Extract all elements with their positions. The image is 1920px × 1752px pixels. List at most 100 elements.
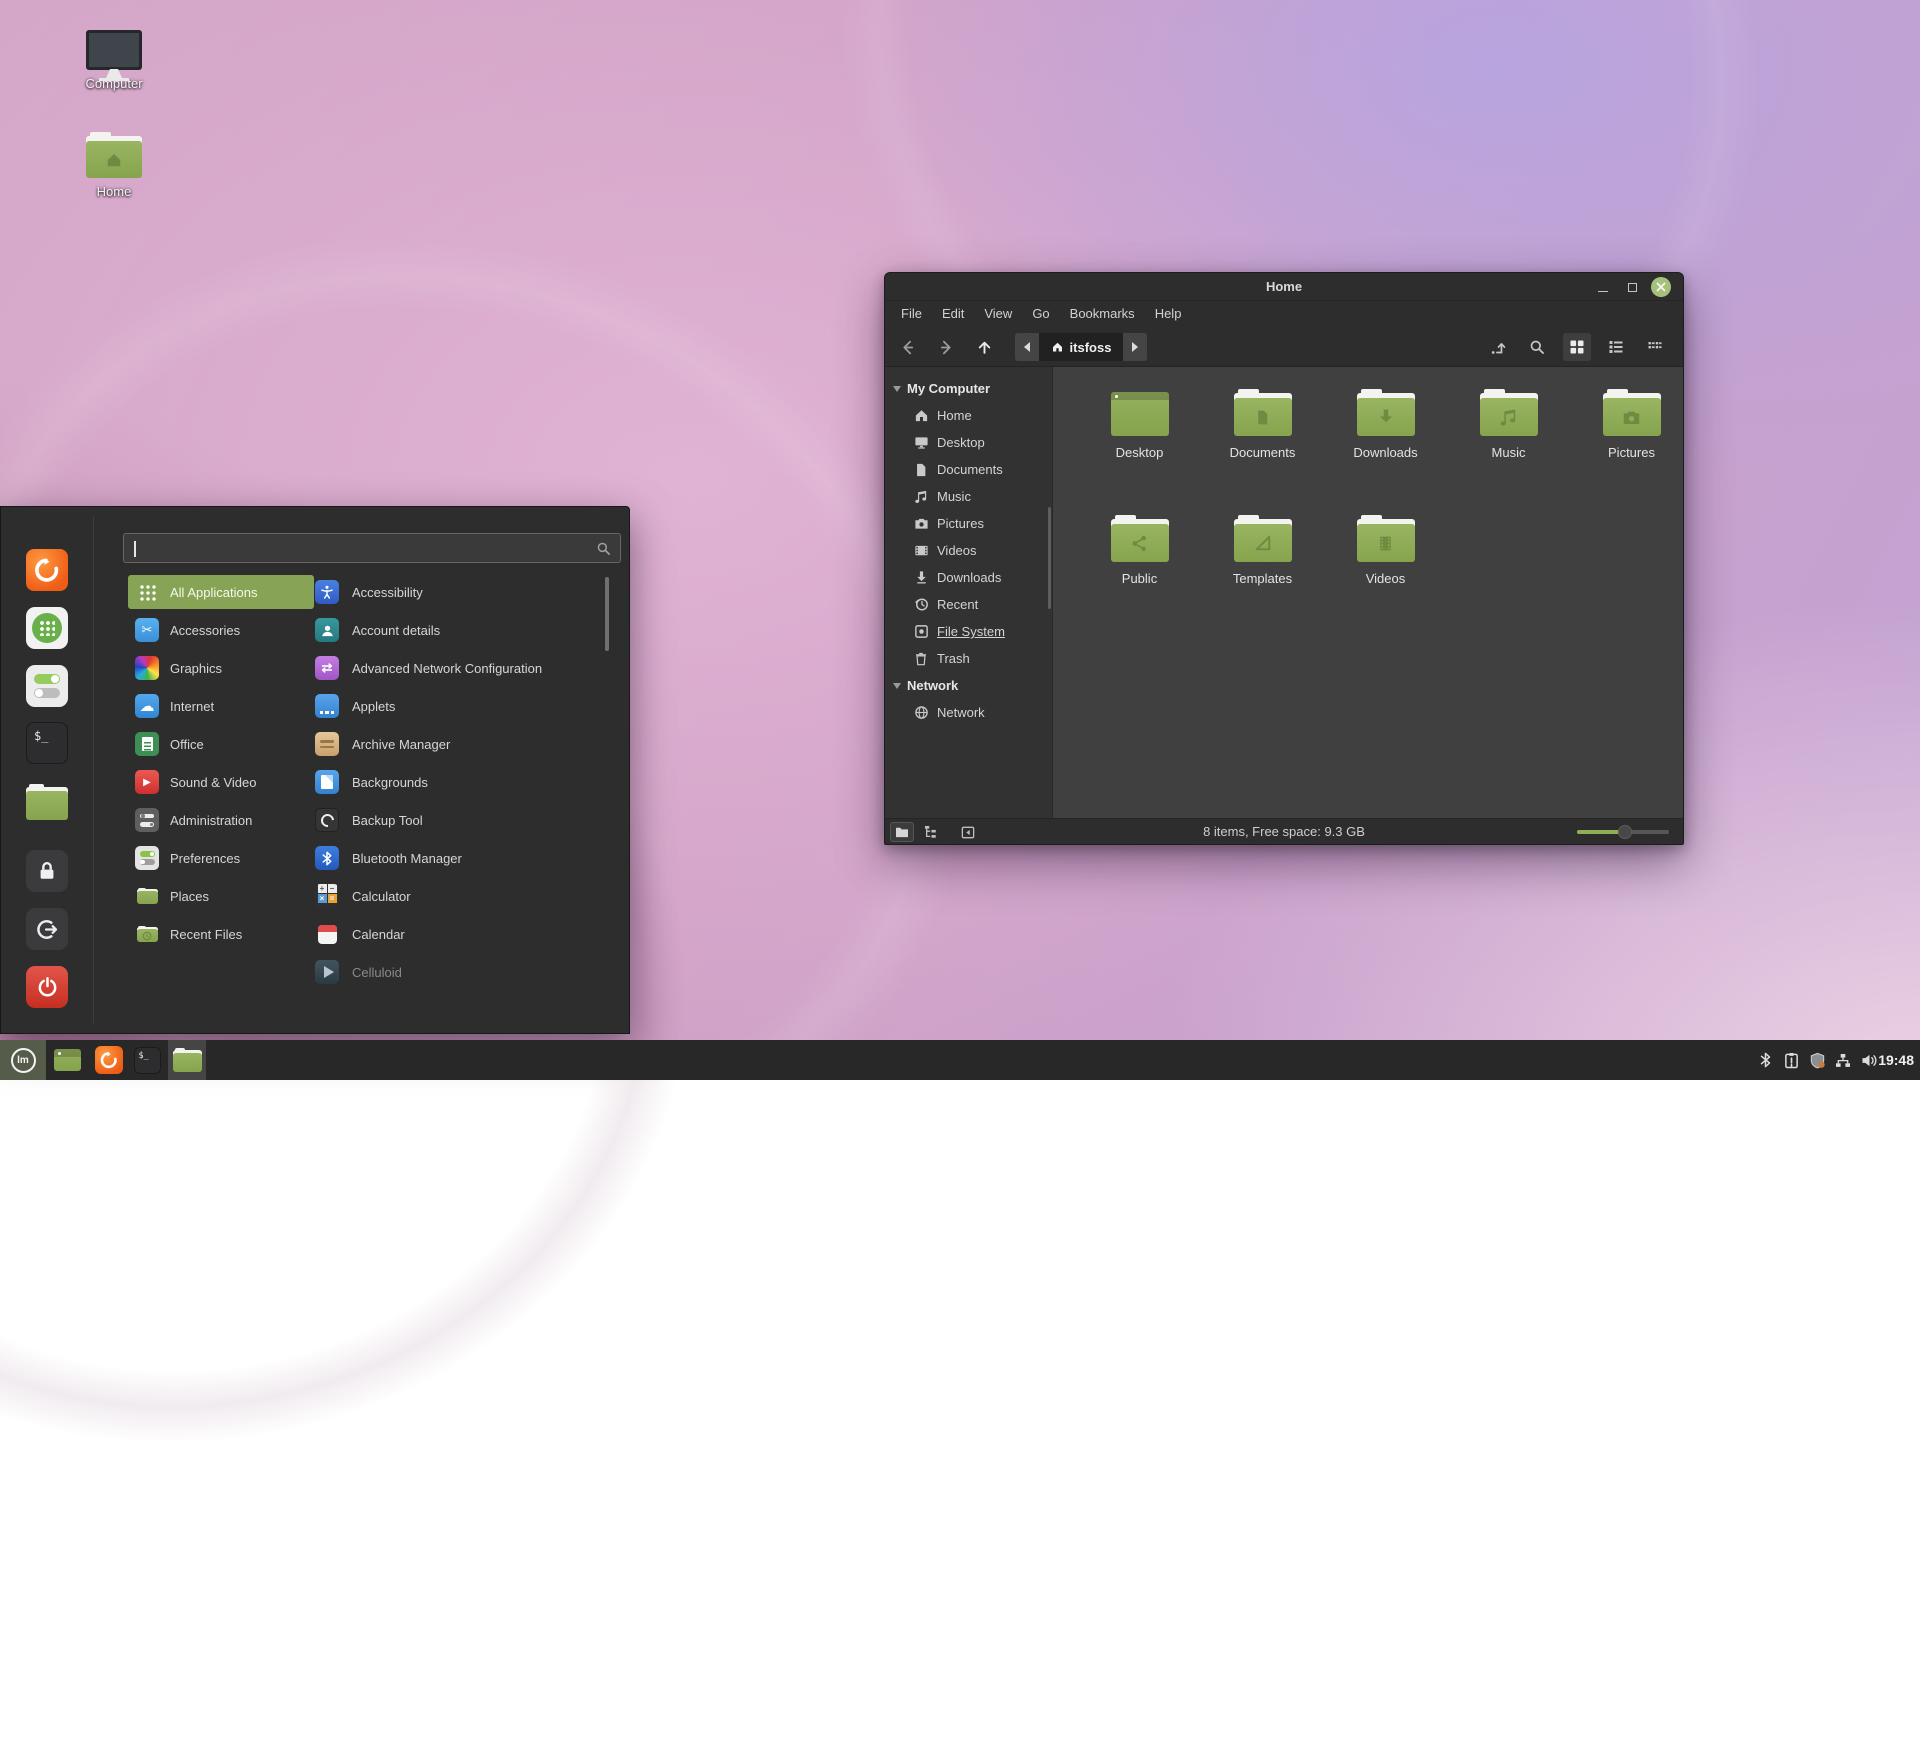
folder-templates[interactable]: Templates	[1201, 511, 1324, 637]
menu-search-input[interactable]	[123, 533, 621, 563]
breadcrumb-next-button[interactable]	[1123, 333, 1147, 361]
sidebar-item-pictures[interactable]: Pictures	[885, 510, 1052, 537]
app-account-details[interactable]: Account details	[307, 611, 607, 649]
app-bluetooth-manager[interactable]: Bluetooth Manager	[307, 839, 607, 877]
app-applets[interactable]: Applets	[307, 687, 607, 725]
bluetooth-icon	[315, 846, 339, 870]
sidebar-section-network[interactable]: Network	[885, 672, 1052, 699]
camera-icon	[913, 516, 929, 531]
favorite-software-manager-button[interactable]	[26, 607, 68, 649]
sidebar-item-videos[interactable]: Videos	[885, 537, 1052, 564]
sidebar-scrollbar[interactable]	[1048, 507, 1051, 609]
app-calculator[interactable]: + − × = Calculator	[307, 877, 607, 915]
menu-file[interactable]: File	[891, 301, 932, 327]
titlebar[interactable]: Home	[885, 273, 1683, 301]
sidebar-item-desktop[interactable]: Desktop	[885, 429, 1052, 456]
tray-bluetooth[interactable]	[1752, 1040, 1778, 1080]
app-list-scrollbar[interactable]	[605, 577, 609, 651]
sidebar-item-home[interactable]: Home	[885, 402, 1052, 429]
terminal-icon: $_	[134, 1047, 161, 1074]
sidebar-item-file-system[interactable]: File System	[885, 618, 1052, 645]
favorite-terminal-button[interactable]: $_	[26, 722, 68, 764]
folder-public[interactable]: Public	[1078, 511, 1201, 637]
sidebar-item-documents[interactable]: Documents	[885, 456, 1052, 483]
category-accessories[interactable]: ✂ Accessories	[128, 611, 314, 649]
desktop-icon-label: Home	[66, 184, 162, 199]
category-preferences[interactable]: Preferences	[128, 839, 314, 877]
category-office[interactable]: Office	[128, 725, 314, 763]
folder-desktop[interactable]: Desktop	[1078, 385, 1201, 511]
taskbar-panel: lm $_ 19:48	[0, 1040, 1920, 1080]
favorite-files-button[interactable]	[26, 781, 68, 823]
grid-view-button[interactable]	[1563, 333, 1591, 361]
zoom-slider[interactable]	[1577, 830, 1669, 834]
folder-videos[interactable]: Videos	[1324, 511, 1447, 637]
up-button[interactable]	[970, 333, 998, 361]
sidebar-item-recent[interactable]: Recent	[885, 591, 1052, 618]
toggle-location-entry-button[interactable]	[1484, 333, 1512, 361]
forward-button[interactable]	[932, 333, 960, 361]
menu-go[interactable]: Go	[1022, 301, 1059, 327]
app-advanced-network-configuration[interactable]: ⇄ Advanced Network Configuration	[307, 649, 607, 687]
clock[interactable]: 19:48	[1878, 1040, 1914, 1080]
favorite-firefox-button[interactable]	[26, 549, 68, 591]
category-internet[interactable]: ☁ Internet	[128, 687, 314, 725]
favorite-logout-button[interactable]	[26, 908, 68, 950]
menu-view[interactable]: View	[974, 301, 1022, 327]
icon-view[interactable]: Desktop Documents Downloads	[1054, 367, 1683, 818]
menu-help[interactable]: Help	[1145, 301, 1192, 327]
category-administration[interactable]: Administration	[128, 801, 314, 839]
search-button[interactable]	[1523, 333, 1551, 361]
breadcrumb-current-button[interactable]: itsfoss	[1039, 333, 1123, 361]
clock-icon	[913, 597, 929, 612]
category-all-applications[interactable]: All Applications	[128, 575, 314, 609]
category-places[interactable]: Places	[128, 877, 314, 915]
favorite-settings-button[interactable]	[26, 665, 68, 707]
app-calendar[interactable]: Calendar	[307, 915, 607, 953]
sidebar-item-downloads[interactable]: Downloads	[885, 564, 1052, 591]
tray-update-manager[interactable]	[1804, 1040, 1830, 1080]
favorites-separator	[93, 517, 94, 1023]
sidebar-item-music[interactable]: Music	[885, 483, 1052, 510]
category-sound-video[interactable]: ▶ Sound & Video	[128, 763, 314, 801]
folder-documents[interactable]: Documents	[1201, 385, 1324, 511]
app-backup-tool[interactable]: Backup Tool	[307, 801, 607, 839]
compact-view-button[interactable]	[1641, 333, 1669, 361]
desktop-icon-home[interactable]: Home	[66, 132, 162, 199]
app-accessibility[interactable]: Accessibility	[307, 573, 607, 611]
category-recent-files[interactable]: Recent Files	[128, 915, 314, 953]
taskbar-terminal-button[interactable]: $_	[128, 1040, 166, 1080]
tray-network[interactable]	[1830, 1040, 1856, 1080]
folder-music[interactable]: Music	[1447, 385, 1570, 511]
zoom-slider-handle[interactable]	[1618, 825, 1632, 839]
taskbar-files-button[interactable]	[168, 1040, 206, 1080]
taskbar-firefox-button[interactable]	[90, 1040, 128, 1080]
app-archive-manager[interactable]: Archive Manager	[307, 725, 607, 763]
desktop-icon-computer[interactable]: Computer	[66, 30, 162, 91]
sidebar-section-my-computer[interactable]: My Computer	[885, 375, 1052, 402]
sidebar-item-network[interactable]: Network	[885, 699, 1052, 726]
minimize-button[interactable]	[1593, 277, 1613, 297]
favorite-lock-screen-button[interactable]	[26, 850, 68, 892]
close-button[interactable]	[1651, 277, 1671, 297]
menu-edit[interactable]: Edit	[932, 301, 974, 327]
breadcrumb-prev-button[interactable]	[1015, 333, 1039, 361]
accessories-icon: ✂	[135, 618, 159, 642]
administration-icon	[135, 808, 159, 832]
favorite-shutdown-button[interactable]	[26, 966, 68, 1008]
sidebar-item-trash[interactable]: Trash	[885, 645, 1052, 672]
folder-downloads[interactable]: Downloads	[1324, 385, 1447, 511]
tray-clipboard[interactable]	[1778, 1040, 1804, 1080]
list-view-button[interactable]	[1602, 333, 1630, 361]
show-desktop-button[interactable]	[48, 1040, 86, 1080]
app-backgrounds[interactable]: Backgrounds	[307, 763, 607, 801]
maximize-button[interactable]	[1622, 277, 1642, 297]
app-celluloid[interactable]: Celluloid	[307, 953, 607, 991]
folder-pictures[interactable]: Pictures	[1570, 385, 1684, 511]
back-button[interactable]	[893, 333, 921, 361]
text-caret	[134, 541, 136, 557]
menu-button[interactable]: lm	[0, 1040, 46, 1080]
menu-bookmarks[interactable]: Bookmarks	[1060, 301, 1145, 327]
menu-bar: File Edit View Go Bookmarks Help	[885, 301, 1683, 327]
category-graphics[interactable]: Graphics	[128, 649, 314, 687]
